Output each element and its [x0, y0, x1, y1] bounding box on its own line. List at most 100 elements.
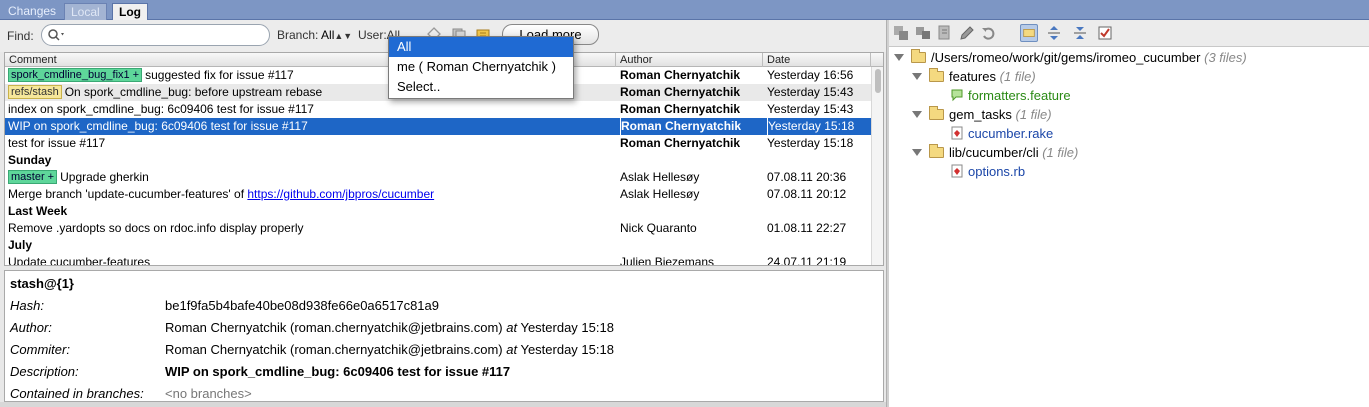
branch-filter[interactable]: Branch: All▲▼	[277, 28, 352, 42]
find-label: Find:	[7, 29, 34, 43]
author-name: Roman Chernyatchik (roman.chernyatchik@j…	[165, 320, 503, 335]
tree-file-cucumber-rake[interactable]: cucumber.rake	[951, 124, 1053, 143]
folder-count: (1 file)	[1042, 145, 1079, 160]
tree-file-options-rb[interactable]: options.rb	[951, 162, 1025, 181]
commit-message: Update cucumber-features	[8, 255, 151, 266]
changed-files-tree: /Users/romeo/work/git/gems/iromeo_cucumb…	[889, 46, 1369, 407]
commiter-row: Commiter: Roman Chernyatchik (roman.cher…	[10, 340, 870, 360]
dropdown-item-select[interactable]: Select..	[389, 77, 573, 97]
comment-cell: master + Upgrade gherkin	[8, 169, 616, 186]
author-cell: Roman Chernyatchik	[620, 85, 741, 99]
pencil-icon[interactable]	[958, 24, 976, 42]
author-cell: Nick Quaranto	[620, 221, 697, 235]
compare-icon[interactable]	[914, 24, 932, 42]
file-name: options.rb	[968, 164, 1026, 179]
date-group-header[interactable]: Sunday	[5, 152, 871, 169]
author-cell: Aslak Hellesøy	[620, 170, 700, 184]
group-by-directory-icon[interactable]	[1020, 24, 1038, 42]
column-header-date[interactable]: Date	[763, 53, 871, 67]
folder-icon	[929, 106, 944, 120]
tree-folder-lib-cucumber-cli[interactable]: lib/cucumber/cli (1 file)	[912, 143, 1078, 162]
author-time: Yesterday 15:18	[520, 320, 614, 335]
folder-count: (1 file)	[1015, 107, 1052, 122]
branch-tag[interactable]: master +	[8, 170, 58, 184]
folder-icon	[929, 144, 944, 158]
table-row[interactable]: Merge branch 'update-cucumber-features' …	[5, 186, 871, 203]
expand-triangle-icon[interactable]	[912, 73, 922, 80]
branch-label: Branch:	[277, 28, 319, 42]
folder-icon	[929, 68, 944, 82]
table-row[interactable]: WIP on spork_cmdline_bug: 6c09406 test f…	[5, 118, 871, 135]
author-cell: Roman Chernyatchik	[620, 102, 741, 116]
branch-value[interactable]: All	[321, 28, 334, 42]
search-icon[interactable]	[47, 28, 67, 42]
updown-arrows-icon: ▲▼	[334, 31, 353, 41]
details-title: stash@{1}	[10, 276, 74, 291]
root-count: (3 files)	[1204, 50, 1247, 65]
table-row[interactable]: test for issue #117 Roman Chernyatchik Yes…	[5, 135, 871, 152]
author-cell: Julien Biezemans	[620, 255, 715, 266]
expand-triangle-icon[interactable]	[912, 111, 922, 118]
folder-name: gem_tasks	[949, 107, 1012, 122]
branches-label: Contained in branches:	[10, 386, 144, 401]
changes-toolbar	[889, 20, 1369, 46]
dropdown-item-all[interactable]: All	[389, 37, 573, 57]
folder-name: lib/cucumber/cli	[949, 145, 1039, 160]
search-input[interactable]	[41, 24, 270, 46]
expand-triangle-icon[interactable]	[894, 54, 904, 61]
date-cell: Yesterday 15:43	[767, 102, 854, 116]
feature-file-icon	[951, 89, 963, 102]
expand-all-icon[interactable]	[1045, 24, 1063, 42]
comment-cell: Remove .yardopts so docs on rdoc.info di…	[8, 220, 616, 237]
user-dropdown-menu: All me ( Roman Chernyatchik ) Select..	[388, 36, 574, 99]
group-label: Sunday	[8, 153, 52, 167]
author-cell: Roman Chernyatchik	[620, 68, 741, 82]
author-cell: Roman Chernyatchik	[620, 136, 741, 150]
commiter-name: Roman Chernyatchik (roman.chernyatchik@j…	[165, 342, 503, 357]
log-scrollbar[interactable]	[871, 67, 883, 265]
date-cell: Yesterday 15:43	[767, 85, 854, 99]
table-row[interactable]: index on spork_cmdline_bug: 6c09406 test…	[5, 101, 871, 118]
tab-strip: Changes Local Log	[0, 0, 1369, 20]
branch-tag[interactable]: refs/stash	[8, 85, 62, 99]
date-cell: Yesterday 15:18	[767, 118, 871, 135]
commiter-time: Yesterday 15:18	[520, 342, 614, 357]
column-header-author[interactable]: Author	[616, 53, 763, 67]
comment-cell: Update cucumber-features	[8, 254, 616, 266]
dropdown-item-me[interactable]: me ( Roman Chernyatchik )	[389, 57, 573, 77]
branches-row: Contained in branches: <no branches>	[10, 384, 870, 401]
commit-message: On spork_cmdline_bug: before upstream re…	[64, 85, 323, 99]
author-cell: Aslak Hellesøy	[620, 187, 700, 201]
commiter-label: Commiter:	[10, 342, 70, 357]
date-group-header[interactable]: Last Week	[5, 203, 871, 220]
scrollbar-thumb[interactable]	[875, 69, 881, 93]
commit-message: Upgrade gherkin	[60, 170, 149, 184]
tree-file-formatters-feature[interactable]: formatters.feature	[951, 86, 1071, 105]
author-value: Roman Chernyatchik (roman.chernyatchik@j…	[165, 318, 614, 338]
comment-cell: index on spork_cmdline_bug: 6c09406 test…	[8, 101, 616, 118]
edit-source-icon[interactable]	[936, 24, 954, 42]
diff-icon[interactable]	[892, 24, 910, 42]
date-group-header[interactable]: July	[5, 237, 871, 254]
expand-triangle-icon[interactable]	[912, 149, 922, 156]
table-row[interactable]: master + Upgrade gherkin Aslak Hellesøy 07.…	[5, 169, 871, 186]
root-path: /Users/romeo/work/git/gems/iromeo_cucumb…	[931, 50, 1201, 65]
table-row[interactable]: Update cucumber-features Julien Biezemans…	[5, 254, 871, 266]
tree-folder-features[interactable]: features (1 file)	[912, 67, 1036, 86]
table-row[interactable]: Remove .yardopts so docs on rdoc.info di…	[5, 220, 871, 237]
checklist-icon[interactable]	[1096, 24, 1114, 42]
comment-cell: WIP on spork_cmdline_bug: 6c09406 test f…	[8, 118, 616, 135]
collapse-all-icon[interactable]	[1071, 24, 1089, 42]
user-label: User:	[358, 28, 387, 42]
tab-changes[interactable]: Changes	[2, 3, 62, 20]
commit-message: suggested fix for issue #117	[145, 68, 294, 82]
date-cell: 01.08.11 22:27	[767, 221, 847, 235]
commit-link[interactable]: https://github.com/jbpros/cucumber	[247, 187, 434, 201]
branch-tag[interactable]: spork_cmdline_bug_fix1 +	[8, 68, 143, 82]
tab-local[interactable]: Local	[64, 3, 107, 20]
group-label: July	[8, 238, 33, 252]
tree-root[interactable]: /Users/romeo/work/git/gems/iromeo_cucumb…	[894, 48, 1247, 67]
tab-log[interactable]: Log	[112, 3, 148, 20]
revert-icon[interactable]	[980, 24, 998, 42]
tree-folder-gem-tasks[interactable]: gem_tasks (1 file)	[912, 105, 1052, 124]
